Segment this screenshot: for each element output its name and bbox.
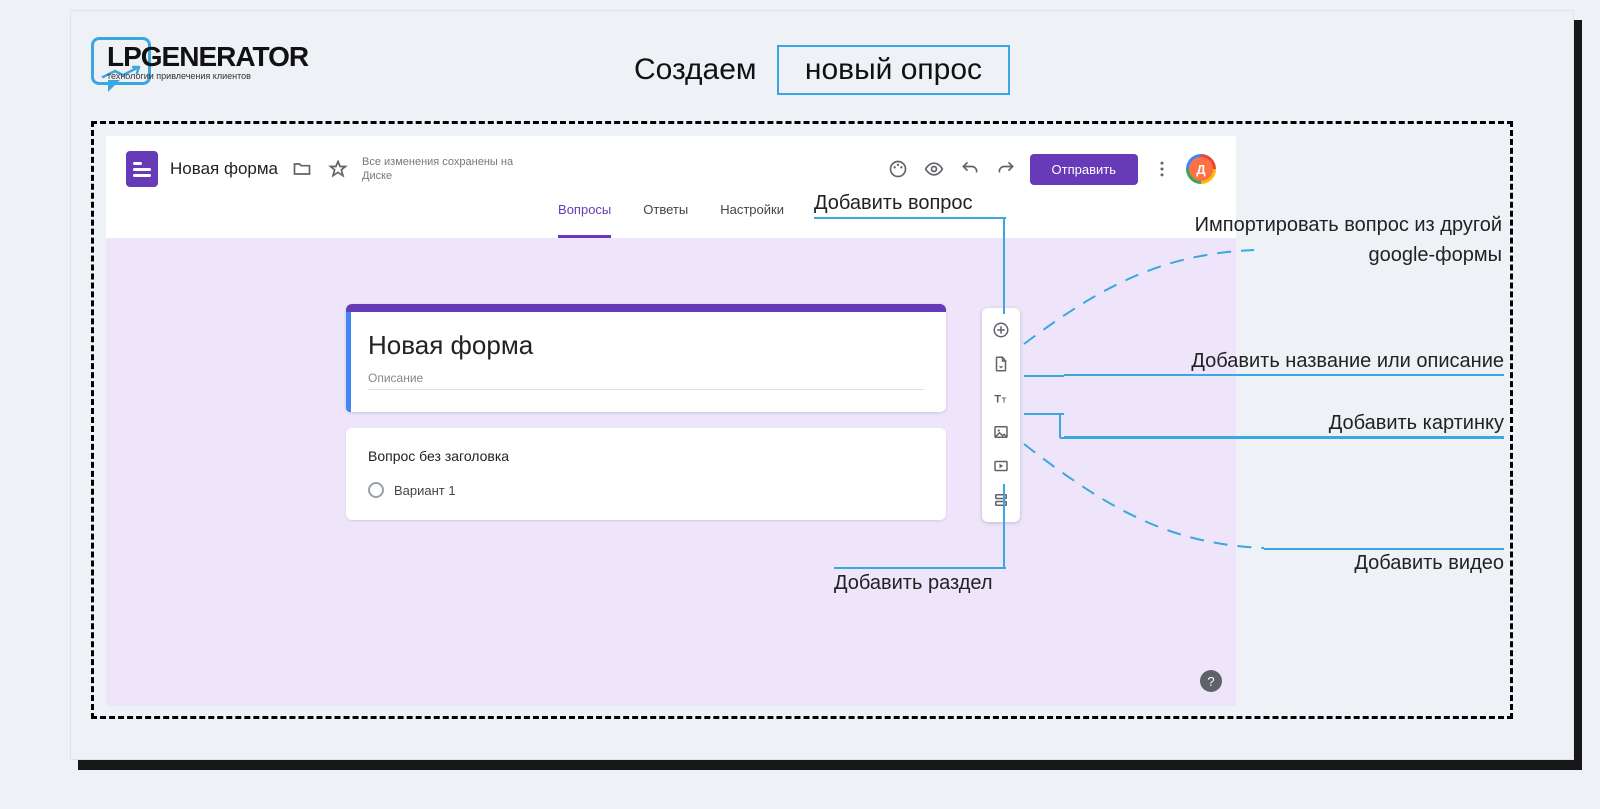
screenshot-frame: Новая форма Все изменения сохранены на Д…	[91, 121, 1513, 719]
account-avatar[interactable]: Д	[1186, 154, 1216, 184]
logo-subtitle: технологии привлечения клиентов	[99, 71, 308, 81]
document-title[interactable]: Новая форма	[170, 159, 278, 179]
send-button[interactable]: Отправить	[1030, 154, 1138, 185]
gform-header: Новая форма Все изменения сохранены на Д…	[106, 136, 1236, 202]
add-section-button[interactable]	[987, 486, 1015, 514]
redo-icon[interactable]	[994, 157, 1018, 181]
palette-icon[interactable]	[886, 157, 910, 181]
svg-text:T: T	[994, 394, 1001, 406]
form-header-card[interactable]: Новая форма Описание	[346, 304, 946, 412]
stage: LPGENERATOR технологии привлечения клиен…	[0, 0, 1600, 809]
annot-add-title: Добавить название или описание	[1064, 350, 1504, 376]
add-title-button[interactable]: TT	[987, 384, 1015, 412]
slide-title-boxed: новый опрос	[777, 45, 1010, 95]
annot-add-video: Добавить видео	[1264, 548, 1504, 575]
save-status: Все изменения сохранены на Диске	[362, 155, 532, 184]
add-image-button[interactable]	[987, 418, 1015, 446]
tab-questions[interactable]: Вопросы	[558, 202, 611, 238]
annot-import-question: Импортировать вопрос из другой google-фо…	[1072, 210, 1502, 270]
option-label[interactable]: Вариант 1	[394, 483, 456, 498]
annot-add-section: Добавить раздел	[834, 572, 993, 595]
gform-canvas: Новая форма Описание Вопрос без заголовк…	[106, 238, 1236, 706]
star-icon[interactable]	[326, 157, 350, 181]
add-video-button[interactable]	[987, 452, 1015, 480]
tab-settings[interactable]: Настройки	[720, 202, 784, 238]
add-question-button[interactable]	[987, 316, 1015, 344]
annot-add-question: Добавить вопрос	[814, 192, 973, 215]
folder-icon[interactable]	[290, 157, 314, 181]
form-description-input[interactable]: Описание	[368, 371, 924, 390]
import-question-button[interactable]	[987, 350, 1015, 378]
eye-icon[interactable]	[922, 157, 946, 181]
radio-icon	[368, 482, 384, 498]
option-row[interactable]: Вариант 1	[368, 482, 924, 498]
help-icon[interactable]: ?	[1200, 670, 1222, 692]
floating-toolbar: TT	[982, 308, 1020, 522]
more-icon[interactable]	[1150, 157, 1174, 181]
google-forms-icon[interactable]	[126, 151, 158, 187]
form-title-input[interactable]: Новая форма	[368, 330, 924, 361]
slide-title-plain: Создаем	[634, 53, 757, 86]
svg-text:T: T	[1002, 396, 1007, 405]
stage-inner: LPGENERATOR технологии привлечения клиен…	[70, 10, 1574, 760]
gform-tabs: Вопросы Ответы Настройки	[106, 202, 1236, 238]
tab-answers[interactable]: Ответы	[643, 202, 688, 238]
undo-icon[interactable]	[958, 157, 982, 181]
avatar-letter: Д	[1189, 157, 1213, 181]
question-card[interactable]: Вопрос без заголовка Вариант 1	[346, 428, 946, 520]
logo-text: LPGENERATOR	[99, 41, 308, 73]
annot-add-image: Добавить картинку	[1064, 412, 1504, 438]
question-title[interactable]: Вопрос без заголовка	[368, 448, 924, 464]
